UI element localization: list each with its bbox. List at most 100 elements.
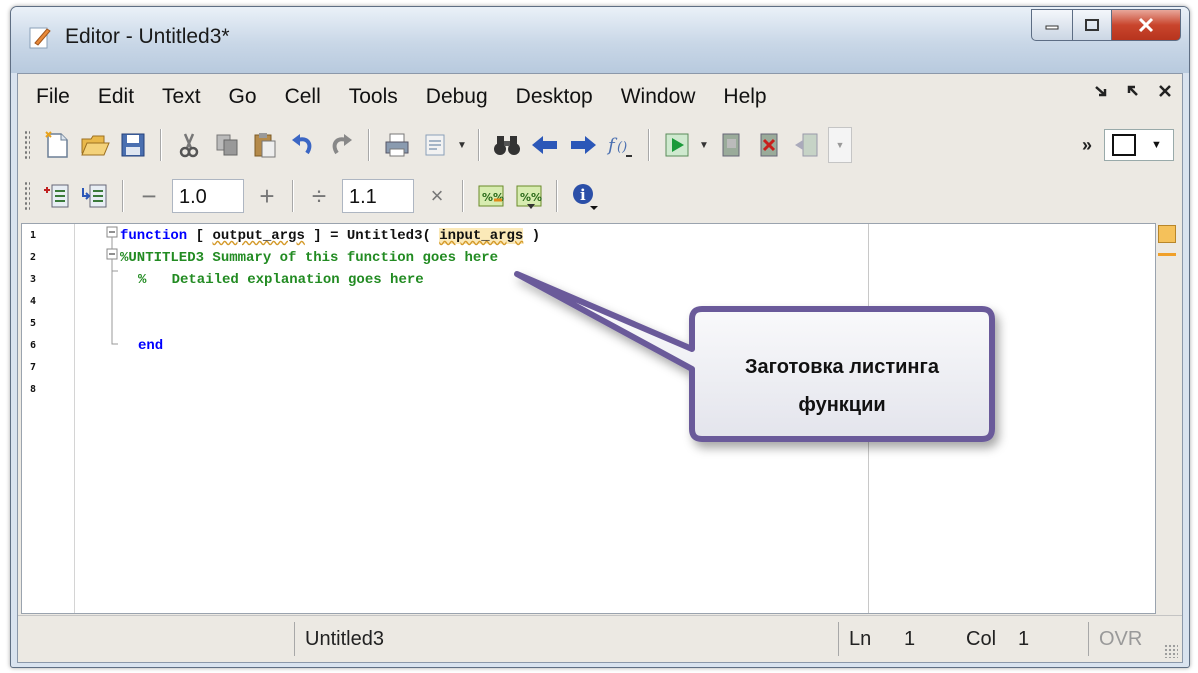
step-button[interactable] (790, 128, 824, 162)
run-icon (665, 133, 689, 157)
input-args-token: input_args (439, 228, 524, 244)
status-filename: Untitled3 (294, 622, 838, 656)
main-toolbar: ▼ f() ▼ ▼ » ▼ (18, 120, 1182, 170)
code-folding-column (106, 226, 118, 345)
open-file-button[interactable] (78, 128, 112, 162)
clear-breakpoints-icon (760, 133, 778, 157)
evaluate-cell-button[interactable] (78, 179, 112, 213)
cell-toolbar: − 1.0 + ÷ 1.1 × %% %% i (18, 172, 1182, 220)
save-button[interactable] (116, 128, 150, 162)
line-number: 5 (30, 318, 37, 329)
menu-help[interactable]: Help (709, 74, 780, 120)
toolbar-separator (556, 180, 558, 212)
svg-text:(): () (617, 140, 627, 155)
fold-toggle-comment[interactable] (106, 248, 118, 260)
help-info-button[interactable]: i (568, 179, 602, 213)
status-bar: Untitled3 Ln 1 Col 1 OVR (18, 615, 1182, 662)
title-bar[interactable]: Editor - Untitled3* (11, 7, 1189, 73)
cut-button[interactable] (172, 128, 206, 162)
clear-breakpoints-button[interactable] (752, 128, 786, 162)
menu-window[interactable]: Window (607, 74, 710, 120)
menu-go[interactable]: Go (215, 74, 271, 120)
warning-marker[interactable] (1158, 253, 1176, 256)
output-args-token: output_args (212, 228, 305, 244)
layout-dropdown[interactable]: ▼ (1104, 129, 1174, 161)
back-button[interactable] (528, 128, 562, 162)
print-button[interactable] (380, 128, 414, 162)
close-icon (1138, 17, 1154, 33)
code-text: [ (187, 228, 213, 244)
increment-button[interactable]: + (250, 179, 284, 213)
line-number: 4 (30, 296, 37, 307)
paste-button[interactable] (248, 128, 282, 162)
copy-button[interactable] (210, 128, 244, 162)
fold-toggle-function[interactable] (106, 226, 118, 238)
publish-button[interactable] (418, 128, 452, 162)
redo-icon (332, 134, 352, 155)
menu-edit[interactable]: Edit (84, 74, 148, 120)
code-editor[interactable]: 1 2 3 4 5 6 7 8 function [output_args]… (21, 223, 1156, 614)
binoculars-icon (494, 136, 520, 155)
toolbar-separator (292, 180, 294, 212)
toolbar-separator (462, 180, 464, 212)
line-number: 7 (30, 362, 37, 373)
maximize-button[interactable] (1073, 9, 1112, 41)
run-button[interactable] (660, 128, 694, 162)
close-icon[interactable] (1158, 84, 1172, 98)
info-icon: i (573, 184, 598, 210)
toolbar-separator (160, 129, 162, 161)
toolbar-separator (122, 180, 124, 212)
menu-desktop[interactable]: Desktop (502, 74, 607, 120)
new-file-button[interactable] (40, 128, 74, 162)
code-line-2: %UNTITLED3 Summary of this function goes… (120, 250, 499, 266)
redo-button[interactable] (324, 128, 358, 162)
code-line-1: function [ output_args ] = Untitled3( in… (120, 228, 540, 245)
set-breakpoint-button[interactable] (714, 128, 748, 162)
percent-cell-dropdown-button[interactable]: %% (512, 179, 546, 213)
window-layout-icon (1112, 134, 1136, 156)
editor-window: Editor - Untitled3* File Edit Text Go Ce… (10, 6, 1190, 668)
dock-arrow-icon[interactable] (1126, 84, 1140, 98)
toolbar-grip[interactable] (24, 130, 30, 160)
undo-button[interactable] (286, 128, 320, 162)
status-ln-value: 1 (904, 628, 916, 650)
run-dropdown-icon[interactable]: ▼ (696, 128, 712, 162)
arrow-left-icon (532, 136, 557, 154)
status-ln-label: Ln (838, 622, 894, 656)
toolbar-separator (368, 129, 370, 161)
undo-icon (292, 134, 312, 155)
menu-tools[interactable]: Tools (335, 74, 412, 120)
find-button[interactable] (490, 128, 524, 162)
menu-text[interactable]: Text (148, 74, 215, 120)
toolbar-grip[interactable] (24, 181, 30, 211)
toolbar-overflow-icon[interactable]: » (1082, 135, 1092, 156)
warning-indicator[interactable] (1158, 225, 1176, 243)
callout-line-1: Заготовка листинга (745, 356, 939, 378)
resize-grip-icon[interactable] (1164, 644, 1178, 658)
menu-debug[interactable]: Debug (412, 74, 502, 120)
docking-controls (1094, 84, 1172, 98)
multiply-button[interactable]: × (420, 179, 454, 213)
close-window-button[interactable] (1112, 9, 1181, 41)
svg-text:i: i (580, 186, 586, 204)
decrement-value-input[interactable]: 1.0 (172, 179, 244, 213)
undock-arrow-icon[interactable] (1094, 84, 1108, 98)
callout-text: Заготовка листинга функции (692, 348, 992, 424)
divide-button[interactable]: ÷ (302, 179, 336, 213)
decrement-button[interactable]: − (132, 179, 166, 213)
menu-file[interactable]: File (18, 74, 84, 120)
percent-cell-button[interactable]: %% (474, 179, 508, 213)
scissors-icon (179, 133, 199, 158)
stack-dropdown[interactable]: ▼ (828, 127, 852, 163)
scale-value-input[interactable]: 1.1 (342, 179, 414, 213)
line-number: 8 (30, 384, 37, 395)
publish-dropdown-icon[interactable]: ▼ (454, 128, 470, 162)
forward-button[interactable] (566, 128, 600, 162)
insert-cell-divider-button[interactable] (40, 179, 74, 213)
copy-icon (216, 134, 238, 156)
menu-cell[interactable]: Cell (271, 74, 335, 120)
minimize-button[interactable] (1031, 9, 1073, 41)
breakpoint-icon (722, 133, 740, 157)
function-browser-button[interactable]: f() (604, 128, 638, 162)
line-number: 6 (30, 340, 37, 351)
